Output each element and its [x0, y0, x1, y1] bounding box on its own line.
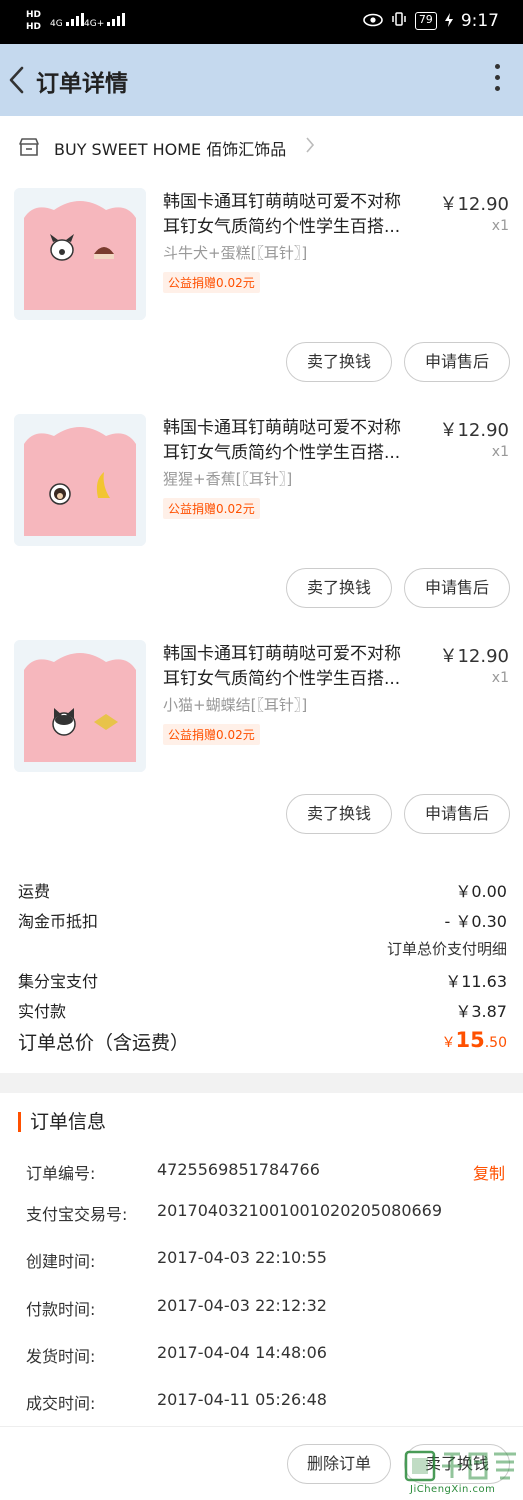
network-type: 4G+: [84, 19, 105, 29]
clock: 9:17: [460, 11, 499, 31]
product-title-line: 韩国卡通耳钉萌萌哒可爱不对称: [163, 192, 401, 212]
info-label: 订单编号:: [26, 1164, 96, 1183]
hd-badge: HD: [26, 22, 42, 32]
product-title-line: 耳钉女气质简约个性学生百搭...: [163, 669, 401, 689]
product-title-line: 韩国卡通耳钉萌萌哒可爱不对称: [163, 644, 401, 664]
info-label: 创建时间:: [26, 1252, 96, 1271]
product-quantity: x1: [491, 670, 509, 686]
coin-label: 淘金币抵扣: [18, 912, 99, 931]
product-quantity: x1: [491, 444, 509, 460]
status-bar: HD HD 4G 4G+ 79 9:17: [0, 0, 523, 44]
product-price: ￥12.90: [439, 646, 509, 667]
shop-header[interactable]: BUY SWEET HOME 佰饰汇饰品: [0, 116, 523, 176]
sell-button[interactable]: 卖了换钱: [286, 794, 392, 834]
jifenbao-value: ￥11.63: [445, 972, 507, 991]
created-time: 2017-04-03 22:10:55: [157, 1248, 327, 1267]
product-sku: 斗牛犬+蛋糕[〖耳针〗]: [163, 244, 308, 262]
after-sales-button[interactable]: 申请售后: [404, 568, 510, 608]
back-arrow-icon[interactable]: [4, 62, 32, 98]
signal-icon: [65, 12, 84, 26]
coin-row: 淘金币抵扣 - ￥0.30: [18, 908, 507, 932]
copy-button[interactable]: 复制: [473, 1160, 505, 1184]
payment-detail-link[interactable]: 订单总价支付明细: [387, 938, 507, 959]
order-info-title: 订单信息: [18, 1112, 106, 1132]
total-currency: ￥: [441, 1035, 456, 1051]
shipping-label: 运费: [18, 882, 51, 901]
product-title[interactable]: 韩国卡通耳钉萌萌哒可爱不对称 耳钉女气质简约个性学生百搭...: [163, 416, 433, 466]
donation-badge: 公益捐赠0.02元: [163, 724, 260, 745]
paid-row: 实付款 ￥3.87: [18, 998, 507, 1022]
alipay-trade-number: 2017040321001001020205080669: [157, 1201, 443, 1220]
shop-name: BUY SWEET HOME 佰饰汇饰品: [54, 140, 287, 159]
product-image[interactable]: [14, 640, 146, 772]
total-row: 订单总价（含运费） ￥15.50: [18, 1028, 507, 1055]
order-item[interactable]: 韩国卡通耳钉萌萌哒可爱不对称 耳钉女气质简约个性学生百搭... ￥12.90 x…: [0, 406, 523, 632]
total-decimal: .50: [484, 1035, 507, 1051]
status-right: 79 9:17: [363, 11, 499, 31]
product-image[interactable]: [14, 188, 146, 320]
total-label: 订单总价（含运费）: [18, 1032, 190, 1054]
shipping-row: 运费 ￥0.00: [18, 878, 507, 902]
after-sales-button[interactable]: 申请售后: [404, 342, 510, 382]
product-title-line: 韩国卡通耳钉萌萌哒可爱不对称: [163, 418, 401, 438]
product-sku: 猩猩+香蕉[〖耳针〗]: [163, 470, 293, 488]
info-label: 成交时间:: [26, 1394, 96, 1413]
shipping-value: ￥0.00: [455, 882, 507, 901]
page-title: 订单详情: [36, 71, 128, 97]
eye-icon: [363, 12, 383, 31]
after-sales-button[interactable]: 申请售后: [404, 794, 510, 834]
product-sku: 小猫+蝴蝶结[〖耳针〗]: [163, 696, 308, 714]
delete-order-button[interactable]: 删除订单: [287, 1444, 391, 1484]
donation-badge: 公益捐赠0.02元: [163, 272, 260, 293]
product-price: ￥12.90: [439, 420, 509, 441]
signal-1: 4G: [50, 12, 84, 29]
nav-bar: 订单详情: [0, 44, 523, 116]
signal-icon: [107, 12, 126, 26]
donation-badge: 公益捐赠0.02元: [163, 498, 260, 519]
hd-badges: HD HD: [26, 9, 41, 33]
product-title-line: 耳钉女气质简约个性学生百搭...: [163, 217, 401, 237]
product-title[interactable]: 韩国卡通耳钉萌萌哒可爱不对称 耳钉女气质简约个性学生百搭...: [163, 642, 433, 692]
info-label: 发货时间:: [26, 1347, 96, 1366]
jifenbao-row: 集分宝支付 ￥11.63: [18, 968, 507, 992]
vibrate-icon: [391, 11, 407, 31]
product-title[interactable]: 韩国卡通耳钉萌萌哒可爱不对称 耳钉女气质简约个性学生百搭...: [163, 190, 433, 240]
coin-value: - ￥0.30: [444, 912, 508, 931]
info-label: 支付宝交易号:: [26, 1205, 128, 1224]
order-item[interactable]: 韩国卡通耳钉萌萌哒可爱不对称 耳钉女气质简约个性学生百搭... ￥12.90 x…: [0, 180, 523, 406]
signal-2: 4G+: [84, 12, 126, 29]
product-title-line: 耳钉女气质简约个性学生百搭...: [163, 443, 401, 463]
total-value: ￥15.50: [442, 1028, 508, 1052]
product-price: ￥12.90: [439, 194, 509, 215]
sell-button[interactable]: 卖了换钱: [286, 342, 392, 382]
watermark-text: JiChengXin.com: [410, 1484, 496, 1495]
battery-icon: 79: [414, 12, 437, 30]
network-type: 4G: [50, 19, 63, 29]
more-vert-icon[interactable]: [493, 64, 501, 96]
shipped-time: 2017-04-04 14:48:06: [157, 1343, 327, 1362]
jifenbao-label: 集分宝支付: [18, 972, 99, 991]
total-integer: 15: [455, 1028, 485, 1052]
product-quantity: x1: [491, 218, 509, 234]
product-image[interactable]: [14, 414, 146, 546]
paid-label: 实付款: [18, 1002, 67, 1021]
chevron-right-icon: [305, 136, 315, 159]
paid-time: 2017-04-03 22:12:32: [157, 1296, 327, 1315]
info-label: 付款时间:: [26, 1300, 96, 1319]
sell-button[interactable]: 卖了换钱: [286, 568, 392, 608]
completed-time: 2017-04-11 05:26:48: [157, 1390, 327, 1409]
paid-value: ￥3.87: [455, 1002, 507, 1021]
hd-badge: HD: [26, 10, 42, 20]
order-item[interactable]: 韩国卡通耳钉萌萌哒可爱不对称 耳钉女气质简约个性学生百搭... ￥12.90 x…: [0, 632, 523, 858]
charging-icon: [444, 12, 453, 31]
order-number: 4725569851784766: [157, 1160, 320, 1179]
store-icon: [18, 137, 40, 157]
section-divider: [0, 1073, 523, 1093]
